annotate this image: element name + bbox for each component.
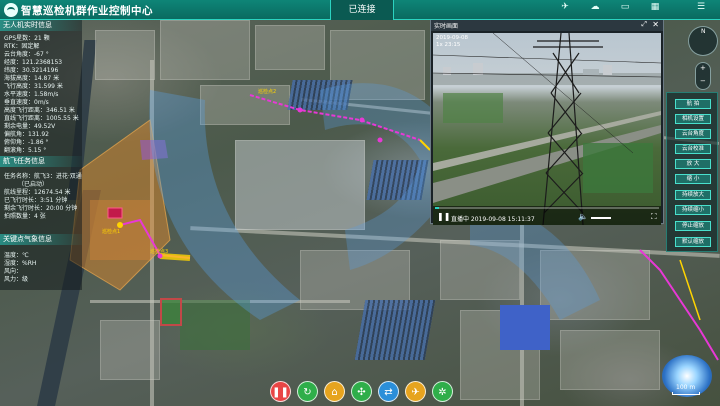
connection-status[interactable]: 已连接	[330, 0, 394, 20]
live-video-window[interactable]: 实时画面 ⤢ ✕ 2019-09-08 1x 23:15 ❚❚ 直播中 2019…	[430, 19, 664, 225]
home-button[interactable]: ⌂	[324, 381, 345, 402]
fullscreen-icon[interactable]: ⛶	[651, 212, 657, 222]
zoom-in-icon[interactable]: +	[700, 64, 706, 72]
video-feed[interactable]: 2019-09-08 1x 23:15 ❚❚ 直播中 2019-09-08 15…	[433, 33, 661, 225]
zoom-out-button[interactable]: 缩 小	[675, 174, 711, 184]
drone-icon: ✈	[561, 2, 569, 12]
map-scale-label: 100 m	[676, 384, 696, 391]
video-controls: ❚❚ 直播中 2019-09-08 15:11:37 🔈 ⛶	[433, 206, 661, 225]
gimbal-angle-button[interactable]: 云台角度	[675, 129, 711, 139]
pause-button[interactable]: ❚❚	[270, 381, 291, 402]
target-icon: ✣	[357, 387, 366, 398]
weather-info-title: 关键点气象信息	[0, 234, 82, 245]
live-status: 直播中 2019-09-08 15:11:37	[451, 216, 535, 223]
target-button[interactable]: ✣	[351, 381, 372, 402]
gimbal-calibrate-button[interactable]: 云台校准	[675, 144, 711, 154]
app-title: 智慧巡检机群作业控制中心	[21, 5, 153, 17]
volume-slider[interactable]	[591, 217, 611, 219]
video-progress[interactable]	[435, 207, 659, 209]
power-tower-scene	[433, 33, 661, 225]
top-header: 智慧巡检机群作业控制中心 已连接 ✈ ☁ ▭ ▦ ☰	[0, 0, 720, 20]
video-titlebar[interactable]: 实时画面 ⤢ ✕	[431, 20, 663, 31]
menu-icon: ☰	[696, 2, 706, 12]
monitor-icon: ▭	[620, 2, 630, 12]
task-info-title: 航飞任务信息	[0, 156, 82, 167]
waypoint-tag[interactable]: 巡检点2	[258, 88, 276, 95]
continuous-zoom-out-button[interactable]: 持续缩小	[675, 205, 711, 215]
zoom-in-button[interactable]: 放 大	[675, 159, 711, 169]
video-title: 实时画面	[434, 23, 459, 30]
network-icon: ✲	[438, 387, 447, 398]
video-timestamp: 2019-09-08 1x 23:15	[436, 35, 468, 48]
camera-control-panel: 航 拍 相机设置 云台角度 云台校准 放 大 缩 小 持续放大 持续缩小 停止缩…	[666, 92, 718, 252]
route-icon: ⇄	[384, 387, 393, 398]
wind-force: 风力：级	[4, 276, 29, 283]
network-button[interactable]: ✲	[432, 381, 453, 402]
default-zoom-button[interactable]: 默认缩放	[675, 237, 711, 247]
calendar-icon: ▦	[650, 2, 660, 12]
drone-button[interactable]: ✈	[548, 1, 582, 19]
compass-icon[interactable]: N	[688, 26, 718, 56]
volume-icon[interactable]: 🔈	[578, 212, 588, 221]
zoom-control[interactable]: + −	[695, 62, 711, 90]
continuous-zoom-in-button[interactable]: 持续放大	[675, 190, 711, 200]
menu-button[interactable]: ☰	[684, 1, 718, 19]
takeoff-icon: ✈	[411, 387, 420, 398]
pause-icon: ❚❚	[272, 387, 289, 398]
monitor-button[interactable]: ▭	[608, 1, 642, 19]
drone-info-title: 无人机实时信息	[0, 20, 82, 31]
cloud-icon: ☁	[590, 2, 600, 12]
maximize-icon[interactable]: ⤢	[641, 20, 647, 29]
calendar-button[interactable]: ▦	[638, 1, 672, 19]
takeoff-button[interactable]: ✈	[405, 381, 426, 402]
map-scale-bar	[672, 392, 700, 395]
app-logo-icon	[4, 3, 18, 17]
pause-icon[interactable]: ❚❚	[437, 212, 450, 221]
return-button[interactable]: ↻	[297, 381, 318, 402]
home-icon: ⌂	[331, 387, 338, 398]
return-icon: ↻	[303, 387, 312, 398]
photo-count: 拍照数量：4 张	[4, 213, 46, 220]
zoom-out-icon[interactable]: −	[700, 77, 706, 85]
camera-settings-button[interactable]: 相机设置	[675, 114, 711, 124]
stop-zoom-button[interactable]: 停止缩放	[675, 221, 711, 231]
info-panel: 无人机实时信息 GPS星数：21 颗 RTK：固定解 云台角度：-67 ° 经度…	[0, 20, 82, 290]
route-button[interactable]: ⇄	[378, 381, 399, 402]
waypoint-tag[interactable]: 巡检点1	[102, 228, 120, 235]
photo-button[interactable]: 航 拍	[675, 99, 711, 109]
roll: 翻滚角：5.15 °	[4, 147, 47, 154]
video-progress-fill	[435, 207, 440, 209]
waypoint-tag[interactable]: 巡检点3	[150, 248, 168, 255]
close-icon[interactable]: ✕	[652, 20, 659, 29]
flight-action-bar: ❚❚ ↻ ⌂ ✣ ⇄ ✈ ✲	[270, 381, 460, 405]
cloud-button[interactable]: ☁	[578, 1, 612, 19]
